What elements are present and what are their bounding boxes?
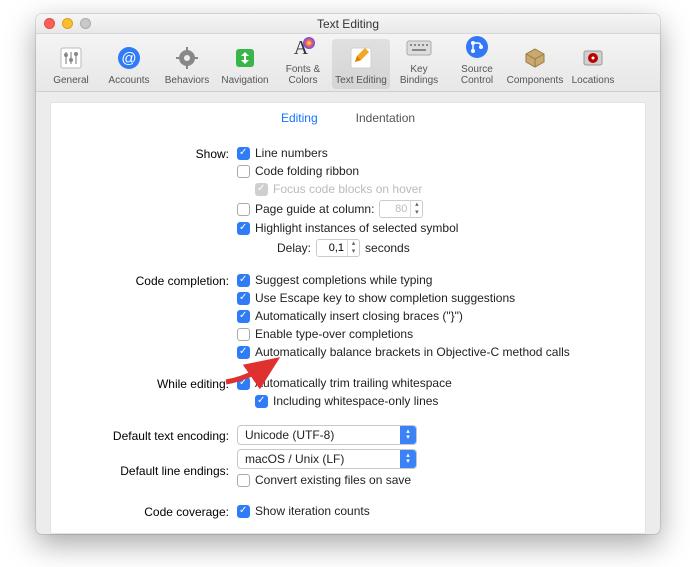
chevron-updown-icon xyxy=(400,426,416,444)
stepper-up-icon[interactable]: ▴ xyxy=(411,201,422,209)
preferences-window: Text Editing General @ Accounts Behavior… xyxy=(36,14,660,534)
checkbox-escape[interactable]: Use Escape key to show completion sugges… xyxy=(237,291,629,306)
select-line-endings[interactable]: macOS / Unix (LF) xyxy=(237,449,417,469)
scm-icon xyxy=(462,32,492,62)
toolbar-navigation[interactable]: Navigation xyxy=(216,39,274,89)
drive-icon xyxy=(578,43,608,73)
tabstrip: Editing Indentation xyxy=(50,102,646,132)
stepper-down-icon[interactable]: ▾ xyxy=(411,209,422,217)
checkbox-focus-hover: Focus code blocks on hover xyxy=(255,182,629,197)
pencil-icon xyxy=(346,43,376,73)
label-code-completion: Code completion: xyxy=(67,273,237,288)
sliders-icon xyxy=(56,43,86,73)
checkbox-including-whitespace[interactable]: Including whitespace-only lines xyxy=(255,394,629,409)
checkbox-highlight-instances[interactable]: Highlight instances of selected symbol xyxy=(237,221,629,236)
preferences-toolbar: General @ Accounts Behaviors Navigation … xyxy=(36,34,660,92)
toolbar-locations[interactable]: Locations xyxy=(564,39,622,89)
arrows-icon xyxy=(230,43,260,73)
checkbox-balance[interactable]: Automatically balance brackets in Object… xyxy=(237,345,629,360)
page-guide-column-field[interactable]: ▴▾ xyxy=(379,200,423,218)
stepper-up-icon[interactable]: ▴ xyxy=(348,240,359,248)
label-code-coverage: Code coverage: xyxy=(67,504,237,519)
svg-text:@: @ xyxy=(121,50,136,67)
chevron-updown-icon xyxy=(400,450,416,468)
toolbar-components[interactable]: Components xyxy=(506,39,564,89)
toolbar-text-editing[interactable]: Text Editing xyxy=(332,39,390,89)
select-encoding[interactable]: Unicode (UTF-8) xyxy=(237,425,417,445)
settings-pane: Show: Line numbers Code folding ribbon F… xyxy=(50,132,646,534)
toolbar-source-control[interactable]: Source Control xyxy=(448,28,506,89)
checkbox-page-guide[interactable]: Page guide at column: ▴▾ xyxy=(237,200,629,218)
toolbar-accounts[interactable]: @ Accounts xyxy=(100,39,158,89)
stepper-down-icon[interactable]: ▾ xyxy=(348,248,359,256)
at-icon: @ xyxy=(114,43,144,73)
label-while-editing: While editing: xyxy=(67,376,237,391)
toolbar-behaviors[interactable]: Behaviors xyxy=(158,39,216,89)
font-icon: A xyxy=(288,32,318,62)
checkbox-convert-on-save[interactable]: Convert existing files on save xyxy=(237,473,629,488)
label-show: Show: xyxy=(67,146,237,161)
label-delay: Delay: xyxy=(277,241,311,256)
checkbox-trim-whitespace[interactable]: Automatically trim trailing whitespace xyxy=(237,376,629,391)
toolbar-general[interactable]: General xyxy=(42,39,100,89)
keyboard-icon xyxy=(404,32,434,62)
box-icon xyxy=(520,43,550,73)
tab-indentation[interactable]: Indentation xyxy=(352,105,419,131)
label-default-line-endings: Default line endings: xyxy=(67,463,237,478)
label-seconds: seconds xyxy=(365,241,410,256)
checkbox-iteration-counts[interactable]: Show iteration counts xyxy=(237,504,629,519)
checkbox-line-numbers[interactable]: Line numbers xyxy=(237,146,629,161)
checkbox-braces[interactable]: Automatically insert closing braces ("}"… xyxy=(237,309,629,324)
delay-field[interactable]: ▴▾ xyxy=(316,239,360,257)
titlebar: Text Editing xyxy=(36,14,660,34)
checkbox-code-folding[interactable]: Code folding ribbon xyxy=(237,164,629,179)
toolbar-fonts-colors[interactable]: A Fonts & Colors xyxy=(274,28,332,89)
checkbox-suggest[interactable]: Suggest completions while typing xyxy=(237,273,629,288)
label-default-encoding: Default text encoding: xyxy=(67,428,237,443)
gear-icon xyxy=(172,43,202,73)
checkbox-typeover[interactable]: Enable type-over completions xyxy=(237,327,629,342)
tab-editing[interactable]: Editing xyxy=(277,105,322,131)
toolbar-key-bindings[interactable]: Key Bindings xyxy=(390,28,448,89)
window-title: Text Editing xyxy=(36,17,660,31)
